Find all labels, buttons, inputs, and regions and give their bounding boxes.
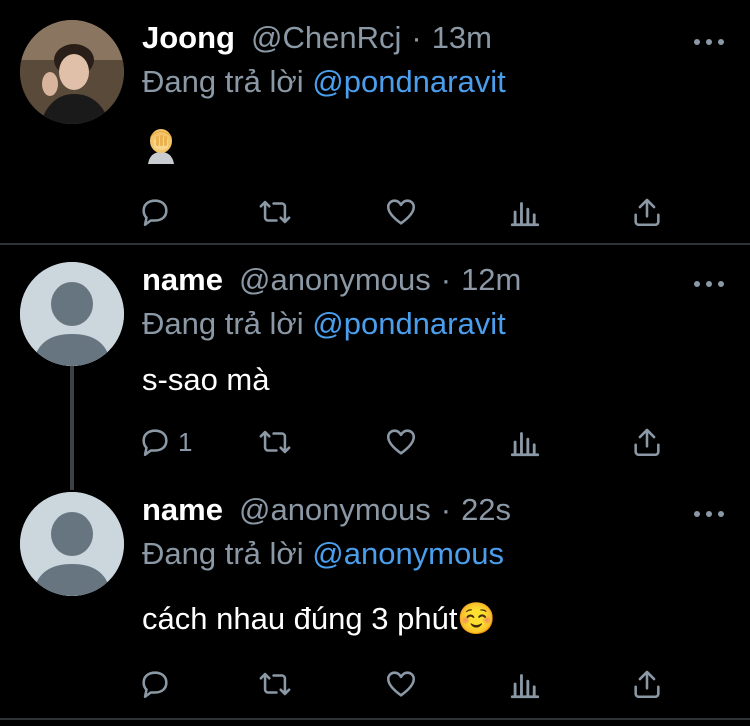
mention-link[interactable]: @pondnaravit	[312, 306, 505, 341]
reply-button[interactable]: 1	[138, 422, 192, 462]
analytics-button[interactable]	[508, 664, 542, 704]
tweet-text: cách nhau đúng 3 phút☺️	[142, 601, 497, 636]
tweet-actions	[138, 664, 678, 704]
timestamp[interactable]: 22s	[461, 492, 511, 528]
face-palm-emoji	[144, 128, 178, 164]
avatar[interactable]	[20, 492, 124, 596]
retweet-button[interactable]	[258, 664, 292, 704]
reply-count: 1	[178, 426, 193, 457]
divider	[0, 718, 750, 720]
more-icon[interactable]	[694, 32, 724, 52]
share-icon	[634, 670, 660, 699]
tweet-header: name @anonymous · 12m	[142, 262, 521, 302]
tweet-text: s-sao mà	[142, 362, 270, 397]
mention-link[interactable]: @anonymous	[312, 536, 504, 571]
analytics-button[interactable]	[508, 192, 542, 232]
reply-icon	[142, 671, 168, 699]
analytics-icon	[510, 202, 540, 227]
retweet-button[interactable]	[258, 422, 292, 462]
separator: ·	[411, 20, 422, 55]
timestamp[interactable]: 13m	[432, 20, 492, 56]
replying-to: Đang trả lời @anonymous	[142, 536, 504, 572]
replying-to: Đang trả lời @pondnaravit	[142, 306, 506, 342]
share-icon	[634, 428, 660, 457]
user-handle[interactable]: @anonymous	[239, 492, 431, 528]
thread-connector	[70, 366, 74, 490]
heart-icon	[386, 429, 416, 455]
heart-icon	[386, 199, 416, 225]
separator: ·	[440, 262, 452, 297]
share-button[interactable]	[630, 422, 664, 462]
reply-button[interactable]	[138, 664, 172, 704]
display-name[interactable]: name	[142, 262, 223, 298]
tweet-actions: 1	[138, 422, 678, 462]
share-button[interactable]	[630, 192, 664, 232]
analytics-button[interactable]	[508, 422, 542, 462]
avatar[interactable]	[20, 20, 124, 124]
analytics-icon	[510, 674, 540, 699]
heart-icon	[386, 671, 416, 697]
timestamp[interactable]: 12m	[461, 262, 521, 298]
retweet-icon	[259, 672, 291, 696]
tweet-header: Joong @ChenRcj · 13m	[142, 20, 492, 60]
tweet-actions	[138, 192, 678, 232]
share-icon	[634, 198, 660, 227]
retweet-button[interactable]	[258, 192, 292, 232]
avatar[interactable]	[20, 262, 124, 366]
mention-link[interactable]: @pondnaravit	[312, 64, 505, 99]
replying-to: Đang trả lời @pondnaravit	[142, 64, 506, 100]
like-button[interactable]	[384, 192, 418, 232]
reply-icon	[142, 429, 168, 457]
more-icon[interactable]	[694, 504, 724, 524]
like-button[interactable]	[384, 664, 418, 704]
more-icon[interactable]	[694, 274, 724, 294]
user-handle[interactable]: @anonymous	[239, 262, 431, 298]
reply-prefix: Đang trả lời	[142, 536, 304, 571]
user-handle[interactable]: @ChenRcj	[251, 20, 401, 56]
reply-prefix: Đang trả lời	[142, 306, 304, 341]
tweet[interactable]: Joong @ChenRcj · 13m Đang trả lời @pondn…	[0, 0, 750, 244]
reply-prefix: Đang trả lời	[142, 64, 304, 99]
divider	[0, 243, 750, 245]
analytics-icon	[510, 432, 540, 457]
retweet-icon	[259, 200, 291, 224]
display-name[interactable]: Joong	[142, 20, 235, 56]
tweet-header: name @anonymous · 22s	[142, 492, 511, 532]
retweet-icon	[259, 430, 291, 454]
reply-button[interactable]	[138, 192, 172, 232]
share-button[interactable]	[630, 664, 664, 704]
separator: ·	[440, 492, 452, 527]
display-name[interactable]: name	[142, 492, 223, 528]
like-button[interactable]	[384, 422, 418, 462]
reply-icon	[142, 199, 168, 227]
